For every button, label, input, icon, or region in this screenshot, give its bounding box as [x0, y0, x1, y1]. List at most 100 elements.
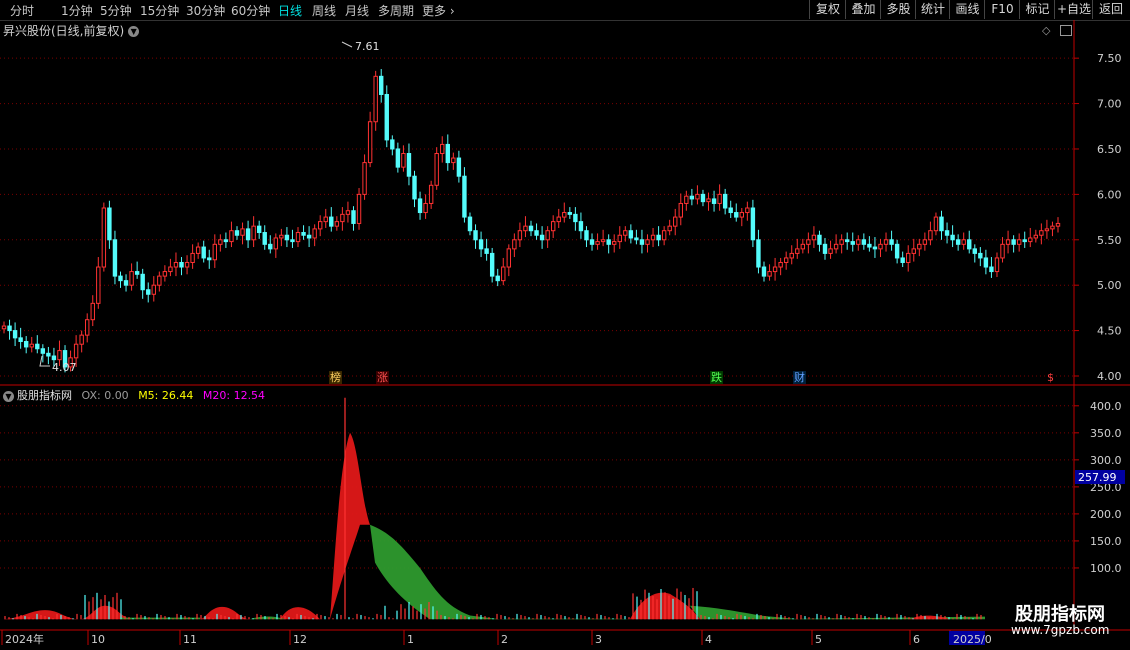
candle-body [318, 221, 323, 230]
candle-body [811, 234, 817, 241]
marker-die[interactable]: 跌 [710, 371, 723, 384]
indicator-ox: OX: 0.00 [81, 389, 129, 402]
candle-body [933, 216, 939, 232]
indicator-tick-label: 300.0 [1090, 454, 1122, 467]
candle-body [362, 162, 367, 195]
candle-body [184, 261, 190, 268]
candle-body [955, 239, 961, 245]
candle-body [928, 230, 933, 241]
candle-body [517, 230, 523, 241]
candle-body [944, 230, 950, 236]
price-tick-label: 6.50 [1097, 143, 1122, 156]
candle-body [573, 213, 578, 223]
high-marker: 7.61 [341, 40, 380, 53]
candle-body [728, 207, 733, 214]
candle-body [606, 239, 611, 245]
candle-body [1044, 228, 1050, 232]
candle-body [656, 234, 661, 241]
candle-body [872, 246, 878, 250]
candle-body [356, 193, 362, 224]
candle-body [983, 257, 989, 268]
indicator-name[interactable]: 股朋指标网 [17, 389, 72, 402]
candle-body [1, 325, 7, 330]
indicator-tick-label: 100.0 [1090, 562, 1122, 575]
candle-body [612, 241, 617, 245]
marker-bang-text: 榜 [330, 371, 341, 384]
time-tick-label: 2 [501, 633, 508, 646]
candle-body [85, 319, 90, 336]
candle-body [850, 241, 855, 245]
marker-cai[interactable]: 财 [793, 371, 806, 384]
m5-band [0, 610, 80, 620]
candle-body [673, 216, 678, 227]
candle-body [939, 216, 944, 232]
time-tick-label: 12 [293, 633, 307, 646]
candle-body [512, 239, 517, 250]
candle-body [734, 212, 739, 218]
candle-body [190, 252, 195, 263]
candle-body [107, 207, 112, 241]
candle-body [684, 195, 689, 204]
main-grid [0, 57, 1074, 377]
candle-body [645, 239, 650, 245]
candle-body [767, 271, 772, 277]
candle-body [822, 243, 828, 254]
candle-body [301, 232, 306, 236]
m20-band [370, 524, 500, 620]
candle-body [334, 221, 340, 227]
candle-body [23, 340, 29, 348]
candle-body [722, 193, 728, 209]
indicator-tick-label: 200.0 [1090, 508, 1122, 521]
candle-body [667, 225, 672, 232]
price-tick-label: 7.00 [1097, 98, 1122, 111]
candle-body [961, 239, 966, 245]
candle-body [778, 261, 783, 268]
time-tick-label: 3 [595, 633, 602, 646]
candle-body [467, 216, 473, 232]
candle-body [534, 230, 539, 236]
price-tick-label: 4.50 [1097, 325, 1122, 338]
marker-dollar[interactable]: $ [1044, 371, 1057, 384]
candle-body [179, 261, 184, 268]
candle-body [146, 289, 151, 295]
candle-body [634, 237, 639, 241]
indicator-bars [4, 397, 982, 620]
candle-body [1039, 230, 1044, 236]
candle-body [1033, 234, 1039, 239]
candle-body [151, 284, 156, 295]
price-tick-label: 7.50 [1097, 52, 1122, 65]
candle-body [495, 275, 500, 282]
candle-body [883, 239, 889, 245]
time-tick-label: 5 [815, 633, 822, 646]
candle-body [218, 239, 223, 245]
candle-body [18, 337, 23, 342]
candle-body [567, 212, 573, 215]
candle-body [367, 121, 373, 164]
candle-body [118, 275, 123, 282]
candle-body [1011, 239, 1016, 245]
m5-band [280, 432, 370, 620]
candle-body [51, 355, 57, 361]
marker-zhang[interactable]: 涨 [376, 371, 389, 384]
candle-body [795, 248, 800, 254]
candle-body [140, 273, 145, 291]
candle-body [7, 325, 12, 332]
candle-body [789, 252, 794, 259]
candle-body [212, 243, 218, 261]
candle-body [373, 75, 378, 123]
candle-body [761, 266, 767, 277]
candle-body [57, 350, 62, 361]
candle-body [234, 230, 240, 236]
candle-body [445, 143, 450, 164]
candle-body [428, 184, 434, 204]
candle-body [922, 239, 928, 245]
candle-body [262, 232, 267, 245]
candle-body [556, 216, 561, 223]
price-tick-label: 4.00 [1097, 370, 1122, 383]
candle-body [650, 234, 656, 241]
low-label: 4.07 [52, 361, 77, 374]
candle-body [894, 243, 900, 259]
chevron-down-icon[interactable]: ▼ [3, 390, 14, 402]
marker-bang[interactable]: 榜 [329, 371, 342, 384]
stock-chart[interactable]: 7.50 7.00 6.50 6.00 5.50 5.00 4.50 4.00 7.61 4.… [0, 0, 1130, 650]
